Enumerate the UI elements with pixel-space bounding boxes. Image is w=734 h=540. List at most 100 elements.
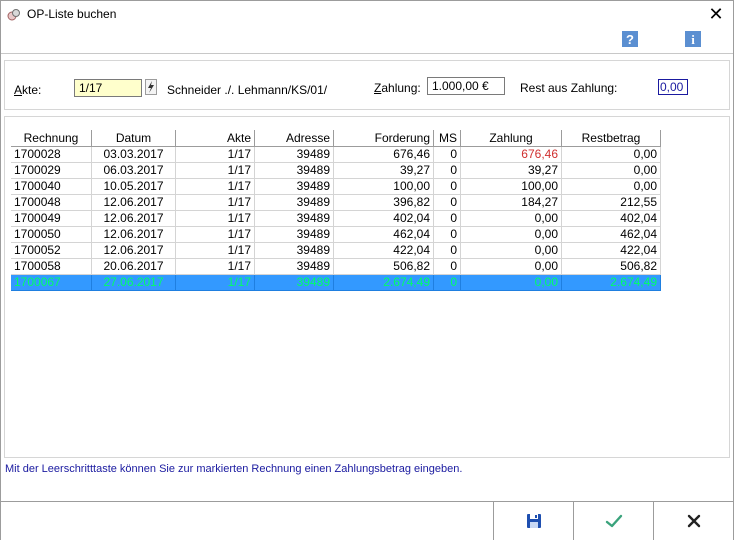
cell-akte: 1/17: [175, 242, 255, 259]
cell-adresse: 39489: [254, 274, 334, 291]
zahlung-input[interactable]: 1.000,00 €: [427, 77, 505, 95]
table-row[interactable]: 1700029 06.03.2017 1/17 39489 39,27 0 39,27 0,0…: [11, 162, 661, 179]
cell-adresse: 39489: [254, 226, 334, 243]
cell-restbetrag: 0,00: [561, 178, 661, 195]
cell-ms: 0: [433, 258, 461, 275]
cell-akte: 1/17: [175, 178, 255, 195]
cell-rechnung: 1700049: [11, 210, 92, 227]
col-restbetrag[interactable]: Restbetrag: [561, 130, 661, 147]
cell-rechnung: 1700067: [11, 274, 92, 291]
cell-restbetrag: 212,55: [561, 194, 661, 211]
cell-restbetrag: 506,82: [561, 258, 661, 275]
rest-value: 0,00: [658, 79, 688, 95]
akte-input[interactable]: 1/17: [74, 79, 142, 97]
cell-zahlung: 39,27: [460, 162, 562, 179]
op-grid-panel: Rechnung Datum Akte Adresse Forderung MS…: [4, 116, 730, 458]
cell-adresse: 39489: [254, 242, 334, 259]
cell-restbetrag: 2.674,49: [561, 274, 661, 291]
dialog-window: OP-Liste buchen ✕ ? i Akte: 1/17 Schneid…: [0, 0, 734, 540]
svg-text:i: i: [691, 32, 695, 47]
cell-restbetrag: 0,00: [561, 162, 661, 179]
cell-zahlung: 0,00: [460, 258, 562, 275]
col-datum[interactable]: Datum: [91, 130, 176, 147]
op-table: Rechnung Datum Akte Adresse Forderung MS…: [11, 130, 661, 291]
cell-akte: 1/17: [175, 258, 255, 275]
table-row[interactable]: 1700049 12.06.2017 1/17 39489 402,04 0 0,00 402…: [11, 210, 661, 227]
cell-zahlung: 0,00: [460, 226, 562, 243]
table-row[interactable]: 1700067 27.06.2017 1/17 39489 2.674,49 0 0,00 2…: [11, 274, 661, 291]
rest-label: Rest aus Zahlung:: [520, 81, 618, 95]
ok-button[interactable]: [573, 502, 653, 540]
save-icon: [526, 514, 541, 528]
cell-zahlung: 0,00: [460, 242, 562, 259]
close-icon[interactable]: ✕: [705, 3, 727, 25]
cell-rechnung: 1700050: [11, 226, 92, 243]
cell-restbetrag: 402,04: [561, 210, 661, 227]
cell-zahlung: 184,27: [460, 194, 562, 211]
cell-forderung: 422,04: [333, 242, 434, 259]
cell-ms: 0: [433, 146, 461, 163]
cell-datum: 12.06.2017: [91, 194, 176, 211]
col-rechnung[interactable]: Rechnung: [11, 130, 92, 147]
cell-zahlung: 0,00: [460, 210, 562, 227]
cell-datum: 12.06.2017: [91, 242, 176, 259]
cancel-icon: [687, 514, 700, 528]
table-row[interactable]: 1700052 12.06.2017 1/17 39489 422,04 0 0,00 422…: [11, 242, 661, 259]
cell-akte: 1/17: [175, 210, 255, 227]
cell-ms: 0: [433, 194, 461, 211]
cell-restbetrag: 422,04: [561, 242, 661, 259]
cell-restbetrag: 0,00: [561, 146, 661, 163]
cell-ms: 0: [433, 178, 461, 195]
cell-datum: 12.06.2017: [91, 226, 176, 243]
cell-ms: 0: [433, 274, 461, 291]
cell-adresse: 39489: [254, 194, 334, 211]
zahlung-label: Zahlung:: [374, 81, 421, 95]
cell-datum: 06.03.2017: [91, 162, 176, 179]
cell-ms: 0: [433, 242, 461, 259]
checkmark-icon: [605, 514, 622, 528]
cell-rechnung: 1700040: [11, 178, 92, 195]
cell-ms: 0: [433, 210, 461, 227]
table-header-row: Rechnung Datum Akte Adresse Forderung MS…: [11, 130, 661, 147]
cell-datum: 03.03.2017: [91, 146, 176, 163]
cell-forderung: 396,82: [333, 194, 434, 211]
cell-datum: 20.06.2017: [91, 258, 176, 275]
cell-datum: 27.06.2017: [91, 274, 176, 291]
col-forderung[interactable]: Forderung: [333, 130, 434, 147]
cell-akte: 1/17: [175, 274, 255, 291]
cell-rechnung: 1700048: [11, 194, 92, 211]
window-title: OP-Liste buchen: [27, 7, 117, 21]
cell-ms: 0: [433, 226, 461, 243]
table-row[interactable]: 1700028 03.03.2017 1/17 39489 676,46 0 676,46 0…: [11, 146, 661, 163]
help-icon[interactable]: ?: [622, 31, 638, 47]
table-row[interactable]: 1700048 12.06.2017 1/17 39489 396,82 0 184,27 2…: [11, 194, 661, 211]
col-adresse[interactable]: Adresse: [254, 130, 334, 147]
cell-restbetrag: 462,04: [561, 226, 661, 243]
table-row[interactable]: 1700058 20.06.2017 1/17 39489 506,82 0 0,00 506…: [11, 258, 661, 275]
akte-lookup-button[interactable]: [145, 79, 157, 95]
cell-akte: 1/17: [175, 162, 255, 179]
table-row[interactable]: 1700050 12.06.2017 1/17 39489 462,04 0 0,00 462…: [11, 226, 661, 243]
col-ms[interactable]: MS: [433, 130, 461, 147]
col-akte[interactable]: Akte: [175, 130, 255, 147]
cell-ms: 0: [433, 162, 461, 179]
cell-rechnung: 1700028: [11, 146, 92, 163]
cell-akte: 1/17: [175, 226, 255, 243]
cell-adresse: 39489: [254, 178, 334, 195]
svg-text:?: ?: [626, 32, 634, 47]
cell-forderung: 402,04: [333, 210, 434, 227]
info-icon[interactable]: i: [685, 31, 701, 47]
button-bar: [1, 501, 733, 540]
save-button[interactable]: [493, 502, 573, 540]
cell-akte: 1/17: [175, 146, 255, 163]
table-row[interactable]: 1700040 10.05.2017 1/17 39489 100,00 0 100,00 0…: [11, 178, 661, 195]
akte-label: Akte:: [14, 83, 42, 97]
cell-forderung: 462,04: [333, 226, 434, 243]
lightning-icon: [148, 81, 154, 93]
cell-adresse: 39489: [254, 210, 334, 227]
cell-akte: 1/17: [175, 194, 255, 211]
col-zahlung[interactable]: Zahlung: [460, 130, 562, 147]
app-icon: [7, 9, 20, 21]
cell-forderung: 39,27: [333, 162, 434, 179]
cancel-button[interactable]: [653, 502, 733, 540]
